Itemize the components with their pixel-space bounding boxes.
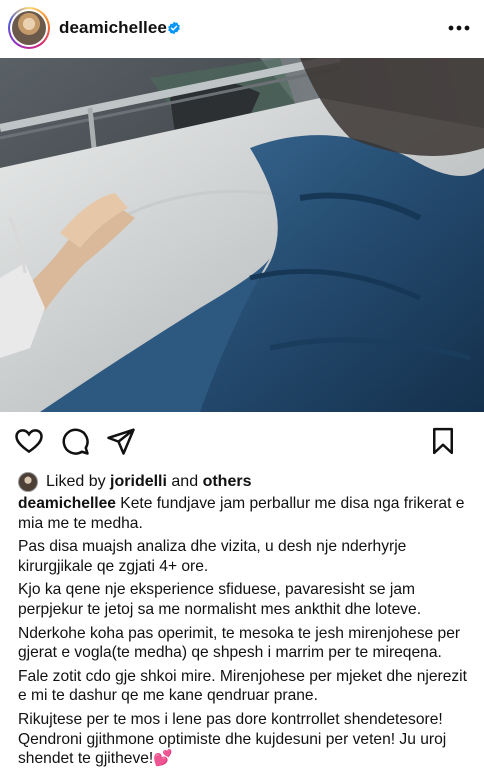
avatar (12, 11, 46, 45)
likes-others[interactable]: others (203, 473, 252, 491)
caption-paragraph: Kjo ka qene nje eksperience sfiduese, pa… (18, 581, 422, 618)
heart-icon[interactable] (14, 426, 44, 456)
send-icon[interactable] (106, 426, 136, 456)
post-caption: deamichellee Kete fundjave jam perballur… (18, 494, 468, 773)
caption-paragraph: deamichellee Kete fundjave jam perballur… (18, 495, 465, 532)
caption-paragraph: Pas disa muajsh analiza dhe vizita, u de… (18, 538, 407, 575)
more-options-icon[interactable] (448, 18, 470, 38)
post-photo[interactable] (0, 58, 484, 412)
caption-paragraph: Rikujtese per te mos i lene pas dore kon… (18, 710, 447, 768)
verified-badge-icon (168, 21, 180, 35)
liker-avatar (18, 472, 38, 492)
hospital-bed-image (0, 58, 484, 412)
bookmark-icon[interactable] (428, 426, 458, 456)
caption-username[interactable]: deamichellee (18, 495, 116, 512)
post-username[interactable]: deamichellee (59, 18, 167, 38)
caption-paragraph: Fale zotit cdo gje shkoi mire. Mirenjohe… (18, 667, 467, 705)
caption-paragraph: Nderkohe koha pas operimit, te mesoka te… (18, 624, 461, 662)
profile-avatar[interactable] (8, 7, 50, 49)
post-header: deamichellee (0, 0, 484, 56)
post-actions (0, 418, 484, 464)
comment-icon[interactable] (60, 426, 90, 456)
likes-joiner: and (171, 473, 199, 490)
likes-prefix: Liked by (46, 473, 106, 490)
likes-summary[interactable]: Liked by joridelli and others (18, 470, 251, 494)
likes-user[interactable]: joridelli (110, 473, 167, 491)
